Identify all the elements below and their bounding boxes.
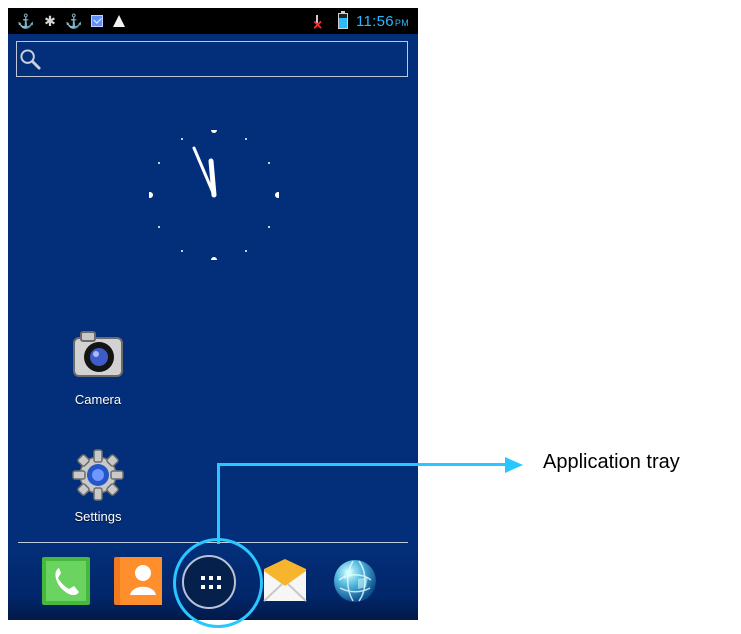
clock-marker (211, 257, 217, 263)
clock-marker (147, 192, 153, 198)
android-home-screen: ⚓ ✱ ⚓ 11:56PM (8, 8, 418, 620)
clock-marker (245, 138, 247, 140)
settings-label: Settings (74, 509, 122, 524)
browser-globe-icon[interactable] (331, 557, 379, 605)
clock-hour-hand (208, 158, 217, 198)
desktop-app-camera[interactable]: Camera (53, 328, 143, 418)
camera-icon (73, 331, 123, 377)
phone-icon[interactable] (42, 557, 90, 605)
usb-icon: ⚓ (65, 13, 83, 29)
messaging-icon[interactable] (261, 557, 309, 605)
clock-marker (275, 192, 281, 198)
mail-notification-icon (91, 15, 103, 27)
application-tray-label: Application tray (543, 451, 680, 473)
settings-gear-icon (72, 449, 124, 501)
no-signal-icon (312, 12, 330, 34)
search-box[interactable] (16, 41, 408, 77)
clock-marker (158, 162, 160, 164)
status-ampm: PM (394, 17, 409, 28)
status-notification-icons: ⚓ ✱ ⚓ (17, 11, 125, 31)
battery-charging-icon (337, 11, 348, 29)
favorites-dock (8, 543, 418, 620)
clock-marker (181, 250, 183, 252)
annotation-arrowhead (505, 457, 523, 473)
app-tray-button[interactable] (182, 555, 236, 609)
annotation-horizontal-line (217, 463, 506, 466)
status-bar: ⚓ ✱ ⚓ 11:56PM (8, 8, 418, 34)
clock-marker (211, 127, 217, 133)
clock-marker (268, 162, 270, 164)
status-clock: 11:56PM (356, 13, 409, 30)
clock-marker (181, 138, 183, 140)
app-tray-icon (201, 576, 221, 589)
screenshot-page: ⚓ ✱ ⚓ 11:56PM (0, 0, 741, 634)
usb-icon: ⚓ (17, 13, 35, 29)
analog-clock-widget[interactable] (147, 127, 281, 263)
contacts-icon[interactable] (114, 557, 162, 605)
warning-icon (113, 15, 125, 27)
status-system-icons: 11:56PM (312, 10, 409, 34)
clock-marker (158, 226, 160, 228)
desktop-app-settings[interactable]: Settings (53, 437, 143, 527)
camera-label: Camera (74, 392, 122, 407)
clock-marker (268, 226, 270, 228)
search-icon[interactable] (19, 48, 42, 71)
android-debug-icon: ✱ (44, 13, 56, 29)
annotation-vertical-line (217, 465, 220, 544)
analog-clock-face (147, 127, 281, 263)
clock-marker (245, 250, 247, 252)
status-time-value: 11:56 (355, 12, 394, 30)
